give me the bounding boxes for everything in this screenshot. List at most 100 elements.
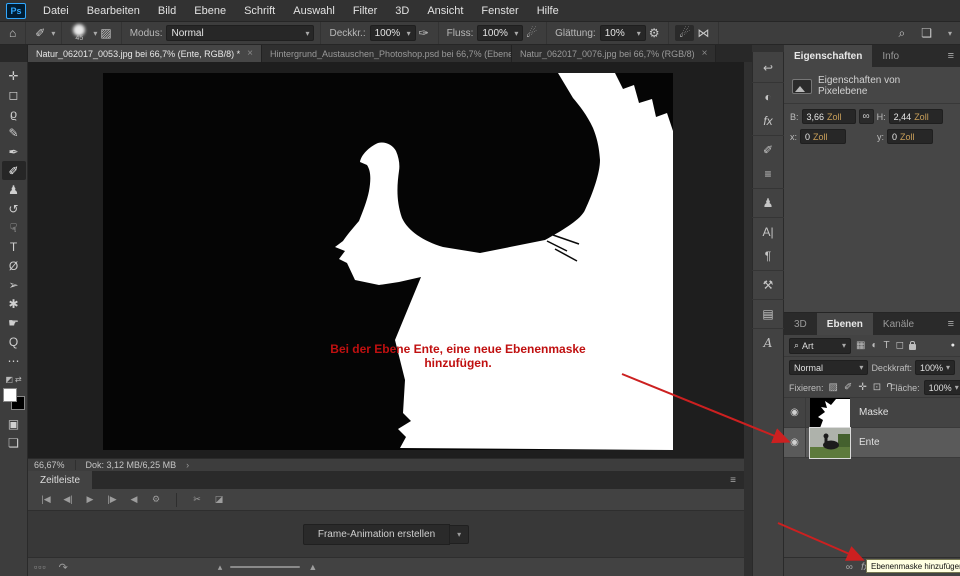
document-tab-2[interactable]: Hintergrund_Austauschen_Photoshop.psd be…	[262, 45, 512, 62]
convert-frames-icon[interactable]: ▫▫▫	[34, 562, 47, 572]
quick-mask-icon[interactable]: ▣	[2, 414, 26, 433]
canvas-area[interactable]: Bei der Ebene Ente, eine neue Ebenenmask…	[28, 62, 744, 458]
marquee-tool-icon[interactable]: ◻	[2, 85, 26, 104]
adjustments-panel-icon[interactable]: ◐	[755, 85, 781, 109]
brushes-panel-icon[interactable]: ≡	[755, 162, 781, 186]
quick-selection-tool-icon[interactable]: ✎	[2, 123, 26, 142]
glyphs-panel-icon[interactable]: A	[755, 331, 781, 355]
eyedropper-tool-icon[interactable]: ✒	[2, 142, 26, 161]
layer-row-maske[interactable]: ◉ Maske	[784, 398, 960, 428]
opacity-select[interactable]: 100% ▾	[370, 25, 416, 41]
filter-toggle-icon[interactable]: ●	[951, 342, 955, 349]
filter-smart-object-icon[interactable]	[909, 344, 916, 350]
layer-filter-select[interactable]: ⌕ Art ▾	[789, 338, 851, 354]
tab-ebenen[interactable]: Ebenen	[817, 313, 873, 335]
menu-auswahl[interactable]: Auswahl	[284, 0, 344, 22]
transition-button[interactable]: ◪	[209, 494, 229, 505]
tool-presets-panel-icon[interactable]: ⚒	[755, 273, 781, 297]
history-brush-tool-icon[interactable]: ↺	[2, 199, 26, 218]
tab-kanaele[interactable]: Kanäle	[873, 313, 924, 335]
color-swatches[interactable]	[3, 388, 25, 410]
default-colors-icon[interactable]: ◩	[5, 375, 13, 384]
panel-menu-icon[interactable]: ≡	[948, 50, 954, 62]
brush-settings-panel-icon[interactable]: ✐	[755, 138, 781, 162]
edit-toolbar-icon[interactable]: ⋯	[2, 351, 26, 370]
airbrush-toggle-icon[interactable]: ☄	[675, 25, 694, 41]
document-tab-3[interactable]: Natur_062017_0076.jpg bei 66,7% (RGB/8) …	[512, 45, 716, 62]
link-layers-icon[interactable]: ∞	[846, 562, 853, 573]
layer-blend-mode-select[interactable]: Normal ▾	[789, 360, 868, 375]
paragraph-panel-icon[interactable]: ¶	[755, 244, 781, 268]
flow-select[interactable]: 100% ▾	[477, 25, 523, 41]
audio-mute-button[interactable]: ◀	[124, 494, 144, 505]
home-icon[interactable]: ⌂	[6, 26, 19, 40]
lock-artboard-icon[interactable]: ⊡	[872, 382, 882, 393]
search-icon[interactable]: ⌕	[895, 26, 908, 41]
lasso-tool-icon[interactable]: ϱ	[2, 104, 26, 123]
zoom-out-icon[interactable]: ▴	[218, 562, 223, 573]
foreground-color-swatch[interactable]	[3, 388, 17, 402]
type-tool-icon[interactable]: T	[2, 237, 26, 256]
layer-thumbnail-ente[interactable]	[810, 428, 850, 458]
menu-schrift[interactable]: Schrift	[235, 0, 284, 22]
menu-ansicht[interactable]: Ansicht	[418, 0, 472, 22]
gear-icon[interactable]: ⚙	[646, 26, 663, 40]
layer-fill-select[interactable]: 100% ▾	[924, 380, 960, 395]
smudge-tool-icon[interactable]: ☟	[2, 218, 26, 237]
canvas-image[interactable]	[103, 73, 673, 450]
layer-row-ente[interactable]: ◉ Ente	[784, 428, 960, 458]
menu-bearbeiten[interactable]: Bearbeiten	[78, 0, 149, 22]
x-field[interactable]: 0 Zoll	[800, 129, 846, 144]
zoom-in-icon[interactable]: ▲	[308, 562, 317, 572]
swap-colors-icon[interactable]: ⇄	[15, 375, 22, 384]
brush-settings-toggle-icon[interactable]: ▨	[97, 26, 114, 40]
brush-preset-picker[interactable]: 45	[70, 24, 88, 42]
frame-animation-chevron[interactable]: ▾	[450, 525, 469, 544]
menu-ebene[interactable]: Ebene	[185, 0, 235, 22]
filter-pixel-icon[interactable]: ▦	[855, 340, 866, 351]
libraries-panel-icon[interactable]: ▤	[755, 302, 781, 326]
y-field[interactable]: 0 Zoll	[887, 129, 933, 144]
screen-mode-icon[interactable]: ❏	[2, 433, 26, 452]
visibility-eye-icon[interactable]: ◉	[784, 398, 806, 427]
hand-tool-icon[interactable]: ☛	[2, 313, 26, 332]
visibility-eye-icon[interactable]: ◉	[784, 428, 806, 457]
layer-opacity-select[interactable]: 100% ▾	[915, 360, 955, 375]
filter-adjustment-icon[interactable]: ◐	[870, 340, 878, 351]
tab-3d[interactable]: 3D	[784, 313, 817, 335]
document-tab-1[interactable]: Natur_062017_0053.jpg bei 66,7% (Ente, R…	[28, 45, 262, 62]
menu-bild[interactable]: Bild	[149, 0, 185, 22]
smoothing-select[interactable]: 10% ▾	[600, 25, 646, 41]
shape-tool-icon[interactable]: ✱	[2, 294, 26, 313]
shortcut-arrow-icon[interactable]: ↷	[59, 561, 68, 574]
panel-menu-icon[interactable]: ≡	[948, 318, 954, 330]
height-field[interactable]: 2,44 Zoll	[889, 109, 943, 124]
close-icon[interactable]: ×	[247, 48, 253, 59]
width-field[interactable]: 3,66 Zoll	[802, 109, 856, 124]
workspace-switcher-icon[interactable]: ❏	[918, 26, 935, 40]
menu-fenster[interactable]: Fenster	[472, 0, 527, 22]
tab-info[interactable]: Info	[872, 45, 909, 67]
layer-thumbnail-maske[interactable]	[810, 398, 850, 428]
zoom-tool-icon[interactable]: Q	[2, 332, 26, 351]
character-panel-icon[interactable]: A|	[755, 220, 781, 244]
filter-shape-icon[interactable]: ◻	[895, 340, 905, 351]
slider-track[interactable]	[230, 566, 300, 568]
path-selection-tool-icon[interactable]: ➢	[2, 275, 26, 294]
lock-pixels-icon[interactable]: ✐	[843, 382, 853, 393]
timeline-zoom-slider[interactable]: ▴ ▲	[218, 562, 317, 573]
playback-settings-button[interactable]: ⚙	[146, 494, 166, 505]
history-panel-icon[interactable]: ↩	[755, 56, 781, 80]
create-frame-animation-button[interactable]: Frame-Animation erstellen	[303, 524, 450, 545]
link-dimensions-icon[interactable]: ∞	[859, 109, 874, 124]
blend-mode-select[interactable]: Normal ▾	[166, 25, 314, 41]
symmetry-icon[interactable]: ⋈	[694, 26, 712, 40]
styles-panel-icon[interactable]: fx	[755, 109, 781, 133]
panel-menu-icon[interactable]: ≡	[730, 475, 736, 486]
menu-datei[interactable]: Datei	[34, 0, 78, 22]
filter-type-icon[interactable]: T	[883, 340, 891, 351]
menu-3d[interactable]: 3D	[386, 0, 418, 22]
split-at-playhead-button[interactable]: ✂	[187, 494, 207, 505]
menu-hilfe[interactable]: Hilfe	[528, 0, 568, 22]
brush-tool-icon[interactable]: ✐	[2, 161, 26, 180]
